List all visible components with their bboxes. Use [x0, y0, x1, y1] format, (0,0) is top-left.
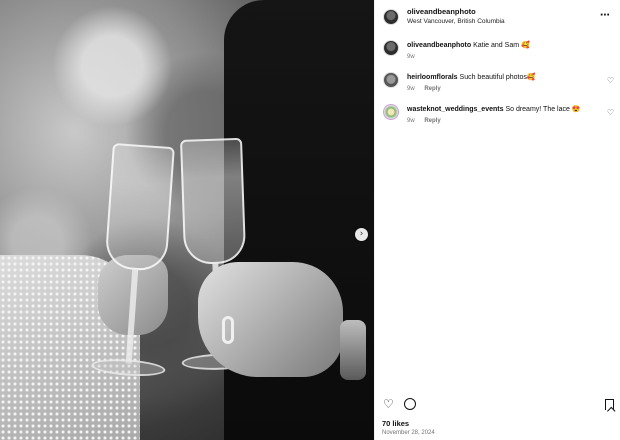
post-photo: ›: [0, 0, 374, 440]
post-sidebar: oliveandbeanphoto West Vancouver, Britis…: [374, 0, 620, 440]
avatar[interactable]: [383, 104, 399, 120]
reply-button[interactable]: Reply: [424, 118, 440, 124]
list-item: heirloomflorals Such beautiful photos🥰 9…: [383, 72, 614, 98]
post-date: November 28, 2024: [382, 430, 435, 436]
list-item: oliveandbeanphoto Katie and Sam 🥰 9w: [383, 40, 612, 66]
photo-groom-hand: [198, 262, 343, 377]
post-header: oliveandbeanphoto West Vancouver, Britis…: [383, 6, 612, 32]
comment-time: 9w: [407, 118, 415, 124]
bookmark-icon[interactable]: [605, 399, 614, 410]
heart-icon[interactable]: ♡: [607, 108, 614, 117]
photo-ring: [222, 316, 234, 344]
chevron-right-icon[interactable]: ›: [355, 228, 368, 241]
comment-username[interactable]: oliveandbeanphoto: [407, 42, 471, 49]
comment-text: heirloomflorals Such beautiful photos🥰: [407, 73, 536, 81]
comment-body: So dreamy! The lace 😍: [505, 106, 581, 113]
more-horizontal-icon[interactable]: ⋯: [600, 10, 610, 21]
comment-meta: 9w Reply: [407, 86, 441, 92]
action-bar: ♡: [383, 397, 614, 413]
avatar[interactable]: [383, 72, 399, 88]
photo-watch: [340, 320, 366, 380]
comment-time: 9w: [407, 86, 415, 92]
comment-username[interactable]: wasteknot_weddings_events: [407, 106, 503, 113]
heart-icon[interactable]: ♡: [607, 76, 614, 85]
comment-meta: 9w: [407, 54, 415, 60]
comment-username[interactable]: heirloomflorals: [407, 74, 458, 81]
comment-time: 9w: [407, 54, 415, 60]
list-item: wasteknot_weddings_events So dreamy! The…: [383, 104, 614, 130]
reply-button[interactable]: Reply: [424, 86, 440, 92]
comment-body: Such beautiful photos🥰: [459, 74, 536, 81]
comment-text: wasteknot_weddings_events So dreamy! The…: [407, 105, 581, 113]
post-username[interactable]: oliveandbeanphoto: [407, 7, 476, 16]
comment-text: oliveandbeanphoto Katie and Sam 🥰: [407, 41, 530, 49]
comment-meta: 9w Reply: [407, 118, 441, 124]
comment-icon[interactable]: [404, 398, 416, 410]
likes-count[interactable]: 70 likes: [382, 419, 409, 428]
post-location[interactable]: West Vancouver, British Columbia: [407, 18, 505, 25]
avatar[interactable]: [383, 40, 399, 56]
heart-icon[interactable]: ♡: [383, 397, 394, 411]
comment-body: Katie and Sam 🥰: [473, 42, 530, 49]
avatar[interactable]: [383, 9, 399, 25]
